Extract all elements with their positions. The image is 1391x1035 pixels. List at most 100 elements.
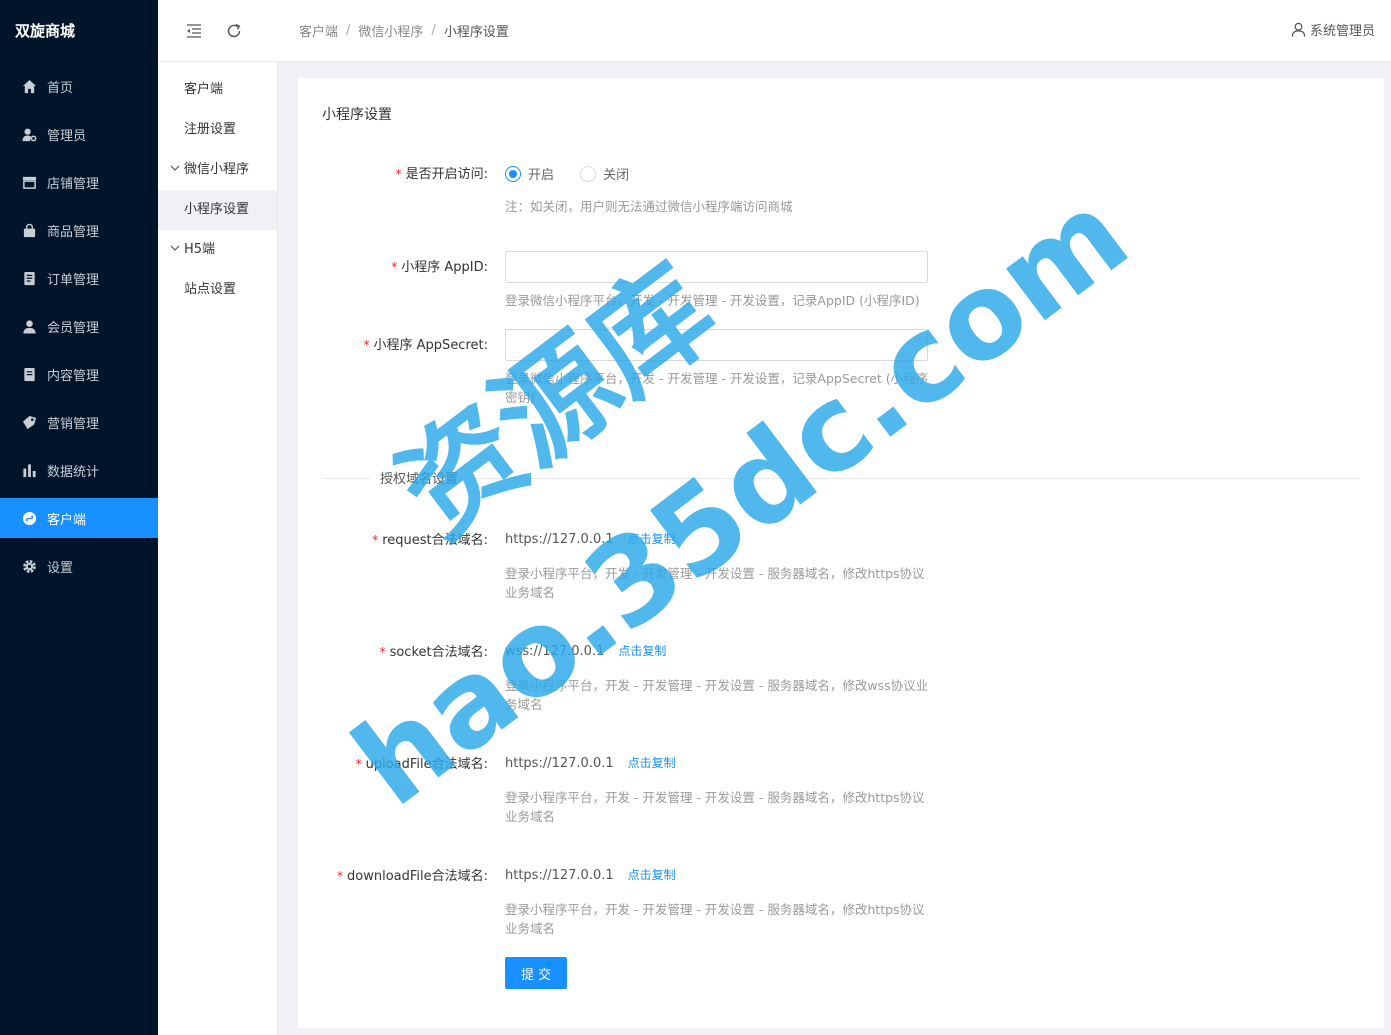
socket-label: * socket合法域名:: [379, 645, 488, 660]
required-mark: *: [355, 757, 362, 771]
chevron-down-icon: [170, 150, 182, 190]
refresh-icon[interactable]: [224, 21, 244, 41]
collapse-menu-icon[interactable]: [184, 21, 204, 41]
request-label: * request合法域名:: [372, 533, 488, 548]
content-icon: [21, 366, 37, 382]
submit-button[interactable]: 提交: [505, 957, 567, 989]
secondary-menu: 客户端 注册设置 微信小程序 小程序设置 H5端 站点设置: [158, 62, 278, 1035]
submenu-item-register[interactable]: 注册设置: [158, 110, 277, 150]
user-icon: [1291, 22, 1306, 37]
upload-field: https://127.0.0.1 点击复制: [505, 754, 676, 771]
nav-item-label: 商品管理: [47, 224, 100, 240]
nav-item-label: 管理员: [47, 128, 87, 144]
nav-item-content[interactable]: 内容管理: [0, 354, 158, 394]
breadcrumb-separator: /: [346, 23, 351, 38]
radio-on[interactable]: 开启: [505, 164, 554, 183]
access-hint: 注：如关闭，用户则无法通过微信小程序端访问商城: [505, 199, 793, 214]
breadcrumb-item[interactable]: 客户端: [299, 21, 338, 40]
required-mark: *: [395, 167, 402, 181]
secret-hint: 登录微信小程序平台，开发 - 开发管理 - 开发设置，记录AppSecret (…: [505, 371, 929, 405]
request-field: https://127.0.0.1 点击复制: [505, 530, 676, 547]
marketing-icon: [21, 414, 37, 430]
submenu-group-label: 微信小程序: [184, 162, 250, 177]
chart-icon: [21, 462, 37, 478]
home-icon: [21, 78, 37, 94]
request-domain-value: https://127.0.0.1: [505, 532, 614, 547]
nav-item-orders[interactable]: 订单管理: [0, 258, 158, 298]
nav-item-client[interactable]: 客户端: [0, 498, 158, 538]
download-field: https://127.0.0.1 点击复制: [505, 866, 676, 883]
access-label: * 是否开启访问:: [395, 167, 488, 182]
breadcrumb-separator: /: [431, 23, 436, 38]
required-mark: *: [391, 260, 398, 274]
domain-section-title: 授权域名设置: [370, 468, 469, 487]
submenu-group-label: H5端: [184, 242, 216, 257]
breadcrumb-item[interactable]: 微信小程序: [358, 21, 423, 40]
radio-dot: [580, 165, 597, 182]
nav-item-marketing[interactable]: 营销管理: [0, 402, 158, 442]
secret-field-wrap: [505, 329, 928, 361]
admin-user-icon: [21, 126, 37, 142]
upload-label: * uploadFile合法域名:: [355, 757, 488, 772]
submenu-group-h5[interactable]: H5端: [158, 230, 277, 270]
submenu-item-mini-settings[interactable]: 小程序设置: [158, 190, 277, 230]
top-header: 客户端 / 微信小程序 / 小程序设置 系统管理员: [158, 0, 1391, 62]
member-icon: [21, 318, 37, 334]
order-icon: [21, 270, 37, 286]
submenu-item-site[interactable]: 站点设置: [158, 270, 277, 310]
settings-card: 小程序设置 * 是否开启访问: 开启 关闭 注：如关闭，用户则无法通过微信小程序端…: [298, 78, 1384, 1028]
nav-item-shop[interactable]: 店铺管理: [0, 162, 158, 202]
nav-item-label: 营销管理: [47, 416, 100, 432]
appid-field-wrap: [505, 251, 928, 283]
gear-icon: [21, 558, 37, 574]
socket-hint: 登录小程序平台，开发 - 开发管理 - 开发设置 - 服务器域名，修改wss协议…: [505, 678, 929, 712]
nav-item-home[interactable]: 首页: [0, 66, 158, 106]
user-name: 系统管理员: [1309, 24, 1375, 39]
upload-hint: 登录小程序平台，开发 - 开发管理 - 开发设置 - 服务器域名，修改https…: [505, 790, 925, 824]
user-menu[interactable]: 系统管理员: [1291, 20, 1375, 39]
nav-item-label: 会员管理: [47, 320, 100, 336]
nav-item-stats[interactable]: 数据统计: [0, 450, 158, 490]
access-radio-group: 开启 关闭: [505, 164, 651, 186]
nav-item-admin[interactable]: 管理员: [0, 114, 158, 154]
client-icon: [21, 510, 37, 526]
main-nav: 首页 管理员 店铺管理 商品管理 订单管理 会员管理 内容管理 营销管理 数据统…: [0, 62, 158, 586]
download-domain-value: https://127.0.0.1: [505, 868, 614, 883]
socket-domain-value: wss://127.0.0.1: [505, 644, 605, 659]
appid-input[interactable]: [505, 251, 928, 283]
nav-item-members[interactable]: 会员管理: [0, 306, 158, 346]
nav-item-label: 设置: [47, 560, 74, 576]
nav-item-label: 订单管理: [47, 272, 100, 288]
required-mark: *: [363, 338, 370, 352]
chevron-down-icon: [170, 230, 182, 270]
required-mark: *: [337, 869, 343, 883]
submenu-group-wechat[interactable]: 微信小程序: [158, 150, 277, 190]
download-hint: 登录小程序平台，开发 - 开发管理 - 开发设置 - 服务器域名，修改https…: [505, 902, 925, 936]
main-sidebar: 双旋商城 首页 管理员 店铺管理 商品管理 订单管理 会员管理 内容管理 营销管…: [0, 0, 158, 1035]
required-mark: *: [372, 533, 379, 547]
required-mark: *: [379, 645, 386, 659]
section-divider: [322, 478, 1360, 479]
page-title: 小程序设置: [322, 107, 392, 123]
appid-hint: 登录微信小程序平台，开发 - 开发管理 - 开发设置，记录AppID (小程序I…: [505, 293, 920, 308]
breadcrumb: 客户端 / 微信小程序 / 小程序设置: [299, 21, 509, 40]
socket-field: wss://127.0.0.1 点击复制: [505, 642, 666, 659]
copy-download-link[interactable]: 点击复制: [628, 868, 676, 882]
nav-item-label: 店铺管理: [47, 176, 100, 192]
radio-off[interactable]: 关闭: [580, 164, 629, 183]
nav-item-label: 数据统计: [47, 464, 100, 480]
nav-item-settings[interactable]: 设置: [0, 546, 158, 586]
shop-icon: [21, 174, 37, 190]
copy-socket-link[interactable]: 点击复制: [618, 644, 666, 658]
download-label: * downloadFile合法域名:: [337, 869, 488, 884]
copy-upload-link[interactable]: 点击复制: [628, 756, 676, 770]
copy-request-link[interactable]: 点击复制: [628, 532, 676, 546]
nav-item-goods[interactable]: 商品管理: [0, 210, 158, 250]
secret-input[interactable]: [505, 329, 928, 361]
submenu-item-client[interactable]: 客户端: [158, 70, 277, 110]
nav-item-label: 内容管理: [47, 368, 100, 384]
appid-label: * 小程序 AppID:: [391, 260, 488, 275]
nav-item-label: 首页: [47, 80, 74, 96]
secret-label: * 小程序 AppSecret:: [363, 338, 488, 353]
request-hint: 登录小程序平台，开发 - 开发管理 - 开发设置 - 服务器域名，修改https…: [505, 566, 925, 600]
